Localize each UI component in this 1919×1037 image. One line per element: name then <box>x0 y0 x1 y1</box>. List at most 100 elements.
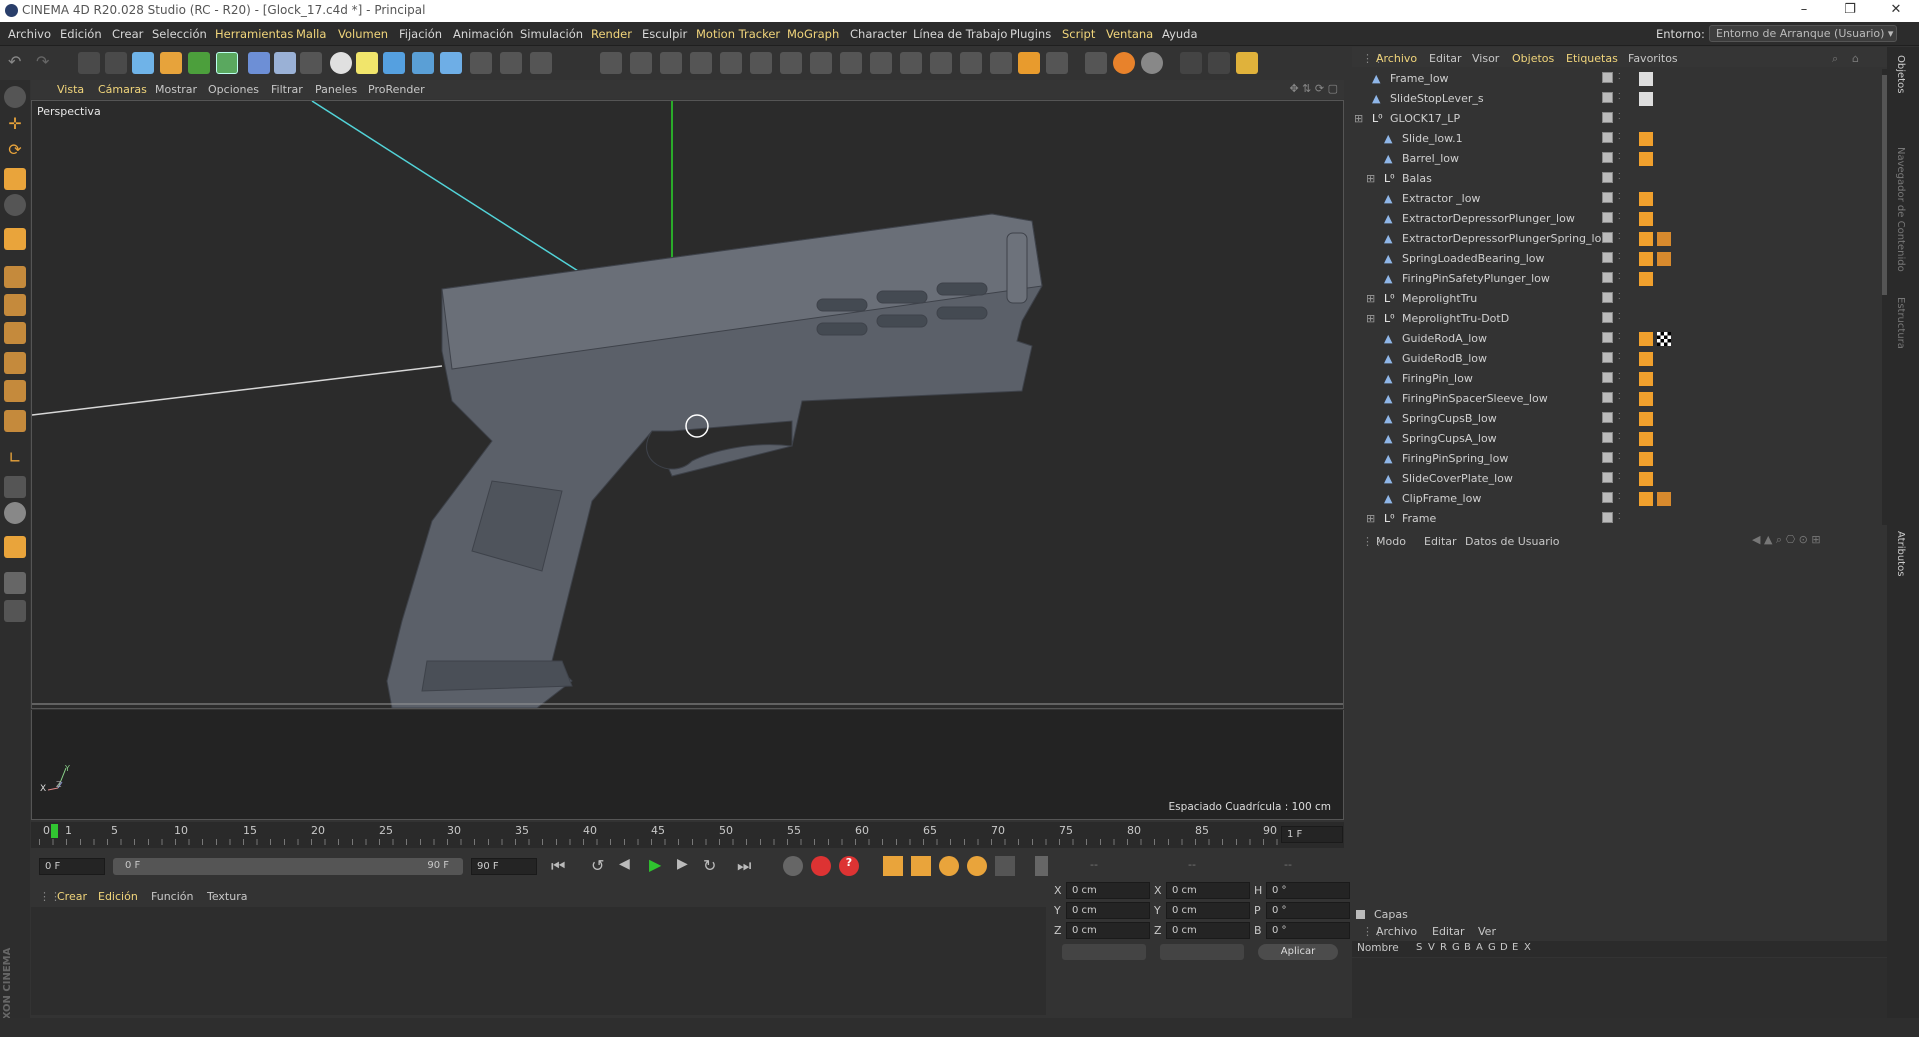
object-name[interactable]: SlideStopLever_s <box>1390 92 1484 105</box>
size-y-field[interactable]: 0 cm <box>1166 902 1250 919</box>
key-scale-icon[interactable] <box>911 856 931 876</box>
layer-column[interactable]: B <box>1464 942 1471 953</box>
side-tab-navegador[interactable]: Navegador de Contenido <box>1895 147 1906 272</box>
help-icon[interactable]: ? <box>839 856 859 876</box>
next-frame-icon[interactable]: ▶ <box>677 856 688 872</box>
texture-tag-icon[interactable] <box>1639 132 1653 146</box>
layer-check-icon[interactable] <box>1602 412 1613 423</box>
playhead[interactable] <box>51 824 58 838</box>
object-name[interactable]: ClipFrame_low <box>1402 492 1481 505</box>
layer-column[interactable]: R <box>1440 942 1447 953</box>
menu-esculpir[interactable]: Esculpir <box>642 27 687 41</box>
texture-tag-icon[interactable] <box>1639 452 1653 466</box>
object-name[interactable]: SpringLoadedBearing_low <box>1402 252 1545 265</box>
move-icon[interactable]: ✛ <box>4 114 26 136</box>
object-name[interactable]: Slide_low.1 <box>1402 132 1463 145</box>
object-row[interactable]: ▲ FiringPinSpacerSleeve_low ⁚ <box>1352 389 1887 409</box>
points-mode-icon[interactable] <box>4 266 26 288</box>
texture-tag-icon[interactable] <box>1639 152 1653 166</box>
current-frame-field[interactable]: 0 F <box>39 858 105 875</box>
menu-motion-tracker[interactable]: Motion Tracker <box>696 27 780 41</box>
home-icon[interactable]: ⌂ <box>1852 52 1859 65</box>
menu-character[interactable]: Character <box>850 27 907 41</box>
menu-render[interactable]: Render <box>591 27 632 41</box>
vp-menu-prorender[interactable]: ProRender <box>368 83 425 96</box>
rot-h-field[interactable]: 0 ° <box>1266 882 1350 899</box>
object-row[interactable]: ▲ SpringCupsB_low ⁚ <box>1352 409 1887 429</box>
pen-icon[interactable] <box>248 52 270 74</box>
visibility-dots-icon[interactable]: ⁚ <box>1618 172 1621 181</box>
expand-icon[interactable]: ⊞ <box>1366 172 1375 185</box>
layer-check-icon[interactable] <box>1602 452 1613 463</box>
viewport-perspective[interactable]: Perspectiva <box>31 100 1344 709</box>
redo-icon[interactable]: ↷ <box>36 52 58 74</box>
menu-linea-de-trabajo[interactable]: Línea de Trabajo <box>913 27 1007 41</box>
object-row[interactable]: ⊞ L⁰ MeprolightTru ⁚ <box>1352 289 1887 309</box>
visibility-dots-icon[interactable]: ⁚ <box>1618 192 1621 201</box>
key-rotation-icon[interactable] <box>939 856 959 876</box>
layer-column[interactable]: S <box>1416 942 1422 953</box>
attr-nav-icons[interactable]: ◀ ▲ ⌕ ⎔ ⊙ ⊞ <box>1752 533 1821 547</box>
texture-axis-icon[interactable] <box>4 410 26 432</box>
visibility-dots-icon[interactable]: ⁚ <box>1618 212 1621 221</box>
go-start-icon[interactable]: ⏮ <box>551 856 565 876</box>
magnet-icon[interactable] <box>930 52 952 74</box>
instance-icon[interactable] <box>500 52 522 74</box>
play-icon[interactable]: ▶ <box>649 855 661 874</box>
object-row[interactable]: ▲ FiringPinSafetyPlunger_low ⁚ <box>1352 269 1887 289</box>
deformer-icon[interactable] <box>412 52 434 74</box>
workplane-lock-icon[interactable] <box>4 572 26 594</box>
expand-icon[interactable]: ⊞ <box>1366 292 1375 305</box>
slide-icon[interactable] <box>960 52 982 74</box>
scale-icon[interactable] <box>4 168 26 190</box>
unknown-tag-icon[interactable] <box>1639 72 1653 86</box>
layer-check-icon[interactable] <box>1602 312 1613 323</box>
layer-check-icon[interactable] <box>1602 192 1613 203</box>
range-slider[interactable]: 0 F 90 F <box>113 858 463 875</box>
object-name[interactable]: Extractor _low <box>1402 192 1480 205</box>
visibility-dots-icon[interactable]: ⁚ <box>1618 72 1621 81</box>
visibility-dots-icon[interactable]: ⁚ <box>1618 392 1621 401</box>
extrude-icon[interactable] <box>720 52 742 74</box>
key-points-icon[interactable] <box>995 856 1015 876</box>
unknown-tag-icon[interactable] <box>1639 92 1653 106</box>
texture-tag-icon[interactable] <box>1639 472 1653 486</box>
object-name[interactable]: ExtractorDepressorPlunger_low <box>1402 212 1575 225</box>
visibility-dots-icon[interactable]: ⁚ <box>1618 372 1621 381</box>
layer-column[interactable]: X <box>1524 942 1531 953</box>
layer-check-icon[interactable] <box>1602 472 1613 483</box>
floor-icon[interactable] <box>356 52 378 74</box>
visibility-dots-icon[interactable]: ⁚ <box>1618 112 1621 121</box>
object-name[interactable]: MeprolightTru <box>1402 292 1477 305</box>
render-picture-icon[interactable] <box>1208 52 1230 74</box>
size-x-field[interactable]: 0 cm <box>1166 882 1250 899</box>
key-position-icon[interactable] <box>883 856 903 876</box>
object-name[interactable]: Frame <box>1402 512 1436 525</box>
layer-column[interactable]: V <box>1428 942 1435 953</box>
go-end-icon[interactable]: ⏭ <box>737 856 751 876</box>
side-tab-estructura[interactable]: Estructura <box>1895 297 1906 349</box>
menu-malla[interactable]: Malla <box>296 27 326 41</box>
layer-column[interactable]: A <box>1476 942 1483 953</box>
weight-tag-icon[interactable] <box>1657 492 1671 506</box>
visibility-dots-icon[interactable]: ⁚ <box>1618 92 1621 101</box>
end-frame-field[interactable]: 1 F <box>1281 826 1343 843</box>
texture-tag-icon[interactable] <box>1639 372 1653 386</box>
environment-select[interactable]: Entorno de Arranque (Usuario) ▾ <box>1709 25 1897 42</box>
obj-menu-visor[interactable]: Visor <box>1472 52 1499 65</box>
search-icon[interactable]: ⌕ <box>1832 52 1838 66</box>
texture-tag-icon[interactable] <box>1639 232 1653 246</box>
object-row[interactable]: ⊞ L⁰ GLOCK17_LP ⁚ <box>1352 109 1887 129</box>
menu-animacion[interactable]: Animación <box>453 27 513 41</box>
menu-seleccion[interactable]: Selección <box>152 27 207 41</box>
grid-icon[interactable] <box>274 52 296 74</box>
visibility-dots-icon[interactable]: ⁚ <box>1618 132 1621 141</box>
record-icon[interactable] <box>783 856 803 876</box>
checker-tag-icon[interactable] <box>1657 332 1671 346</box>
obj-menu-etiquetas[interactable]: Etiquetas <box>1566 52 1618 65</box>
object-list[interactable]: ▲ Frame_low ⁚ ▲ SlideStopLever_s ⁚ ⊞ L⁰ GLOCK17_… <box>1352 69 1887 525</box>
maximize-icon[interactable]: ❐ <box>1827 0 1873 22</box>
object-row[interactable]: ▲ Barrel_low ⁚ <box>1352 149 1887 169</box>
menu-volumen[interactable]: Volumen <box>338 27 388 41</box>
tweak-icon[interactable] <box>4 476 26 498</box>
